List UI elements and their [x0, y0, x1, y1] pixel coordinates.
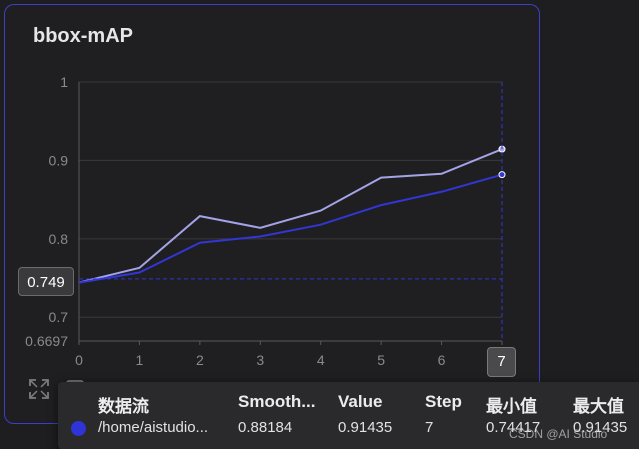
tooltip-value: 0.91435 — [338, 419, 393, 436]
grid-lines — [78, 81, 502, 342]
tooltip-smoothed-value: 0.88184 — [238, 419, 293, 436]
hover-crosshair — [79, 82, 503, 341]
x-tick-label: 6 — [438, 352, 446, 368]
tooltip-header-value: Value — [338, 392, 383, 411]
tooltip-step: 7 — [425, 419, 434, 436]
y-tick-label: 0.8 — [49, 231, 69, 247]
x-tick-label: 1 — [136, 352, 144, 368]
tooltip-header-max: 最大值 — [573, 397, 624, 416]
y-tick-label: 1 — [60, 74, 68, 90]
chart-series — [78, 145, 506, 284]
y-axis-ticks: 1 0.9 0.8 0.7 0.6697 — [25, 74, 68, 349]
y-tick-label: 0.6697 — [25, 333, 68, 349]
x-tick-label: 4 — [317, 352, 325, 368]
tooltip-header-stream: 数据流 — [98, 397, 149, 416]
fullscreen-icon[interactable] — [28, 378, 50, 400]
hover-x-value-badge: 7 — [487, 347, 516, 377]
tooltip-header-min: 最小值 — [486, 397, 537, 416]
tooltip-header-smoothed: Smooth... — [238, 392, 316, 411]
tooltip-header-step: Step — [425, 392, 462, 411]
watermark: CSDN @AI Studio — [509, 427, 608, 441]
x-tick-label: 0 — [75, 352, 83, 368]
raw-series-line[interactable] — [78, 148, 503, 284]
x-axis-ticks: 0 1 2 3 4 5 6 — [75, 341, 503, 368]
x-tick-label: 2 — [196, 352, 204, 368]
hover-y-value-badge: 0.749 — [18, 267, 74, 296]
x-tick-label: 3 — [256, 352, 264, 368]
y-tick-label: 0.7 — [49, 309, 69, 325]
series-color-dot — [71, 421, 86, 436]
y-tick-label: 0.9 — [49, 152, 69, 168]
tooltip-stream-name: /home/aistudio... — [98, 419, 209, 436]
x-tick-label: 5 — [377, 352, 385, 368]
